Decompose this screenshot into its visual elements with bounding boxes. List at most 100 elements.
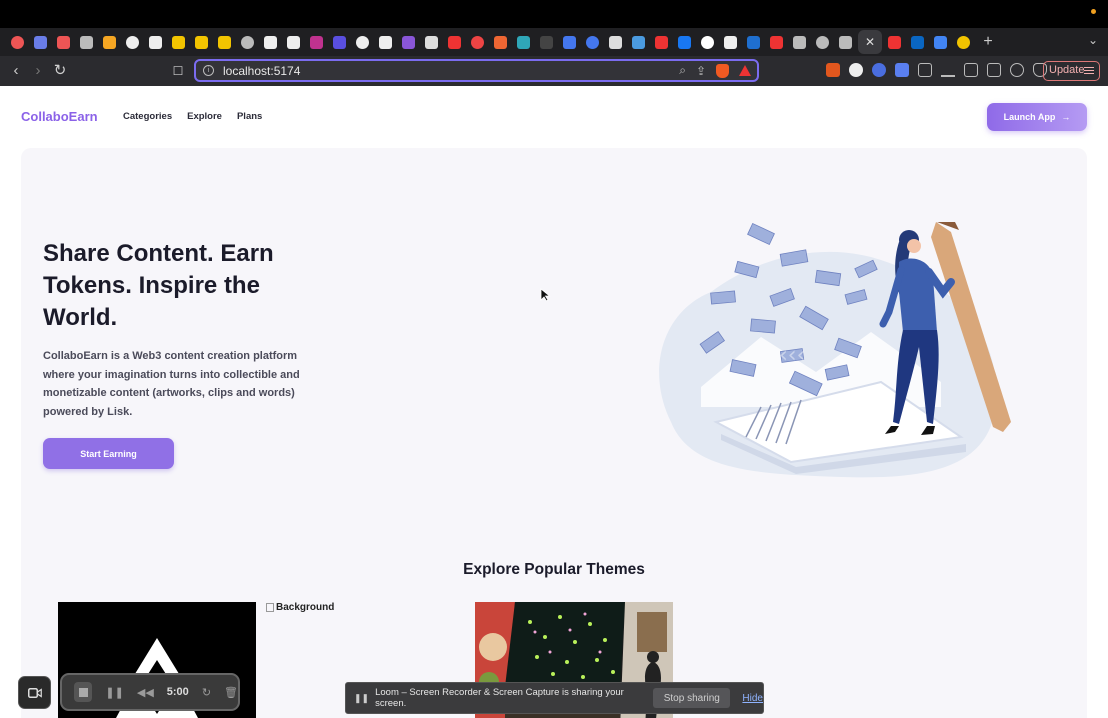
- forward-icon[interactable]: ›: [30, 62, 46, 80]
- camera-toggle-button[interactable]: [18, 676, 51, 709]
- system-top-bar: [0, 0, 1108, 28]
- browser-tab[interactable]: [305, 30, 328, 54]
- browser-tab[interactable]: [52, 30, 75, 54]
- tab-favicon-icon: [425, 35, 438, 49]
- downloads-icon[interactable]: [941, 63, 955, 77]
- browser-tab[interactable]: [397, 30, 420, 54]
- browser-tab[interactable]: [420, 30, 443, 54]
- extensions-puzzle-icon[interactable]: [918, 63, 932, 77]
- browser-tab[interactable]: [75, 30, 98, 54]
- browser-tab[interactable]: [834, 30, 857, 54]
- browser-tab[interactable]: [604, 30, 627, 54]
- browser-tab[interactable]: [236, 30, 259, 54]
- browser-tab[interactable]: [443, 30, 466, 54]
- browser-tab[interactable]: [121, 30, 144, 54]
- zoom-icon[interactable]: ⌕: [679, 63, 686, 78]
- browser-tab[interactable]: [213, 30, 236, 54]
- drag-handle-icon[interactable]: ❚❚: [354, 693, 369, 704]
- trash-icon[interactable]: 🗑: [224, 686, 238, 699]
- browser-tab[interactable]: [535, 30, 558, 54]
- browser-tab[interactable]: [673, 30, 696, 54]
- brave-shields-icon[interactable]: [716, 63, 729, 78]
- new-tab-button[interactable]: +: [975, 33, 1001, 51]
- browser-tab[interactable]: [788, 30, 811, 54]
- browser-tab[interactable]: [98, 30, 121, 54]
- bookmark-icon[interactable]: ☐: [170, 62, 186, 80]
- browser-tab[interactable]: [512, 30, 535, 54]
- restart-icon[interactable]: ↻: [202, 686, 211, 699]
- launch-app-label: Launch App: [1003, 112, 1056, 122]
- stop-sharing-button[interactable]: Stop sharing: [653, 688, 731, 708]
- browser-tab[interactable]: [29, 30, 52, 54]
- browser-tab[interactable]: [351, 30, 374, 54]
- site-logo[interactable]: CollaboEarn: [21, 109, 98, 124]
- web-page: CollaboEarn Categories Explore Plans Lau…: [0, 86, 1108, 718]
- tab-favicon-icon: [586, 35, 599, 49]
- browser-tab[interactable]: [466, 30, 489, 54]
- browser-tab[interactable]: [883, 30, 906, 54]
- leo-ai-icon[interactable]: [1010, 63, 1024, 77]
- tab-favicon-icon: [80, 35, 93, 49]
- camera-icon: [27, 687, 42, 698]
- wallet-icon[interactable]: [987, 63, 1001, 77]
- active-tab-close-icon[interactable]: ✕: [858, 30, 882, 54]
- address-bar[interactable]: i localhost:5174 ⌕ ⇪: [194, 59, 759, 82]
- browser-tab[interactable]: [696, 30, 719, 54]
- extension-badge-icon[interactable]: [895, 63, 909, 77]
- browser-tab[interactable]: [167, 30, 190, 54]
- back-icon[interactable]: ‹: [8, 62, 24, 80]
- metamask-extension-icon[interactable]: [826, 63, 840, 77]
- brave-rewards-icon[interactable]: [739, 65, 751, 76]
- stop-recording-button[interactable]: [74, 682, 93, 702]
- reload-icon[interactable]: ↻: [52, 62, 68, 80]
- start-earning-button[interactable]: Start Earning: [43, 438, 174, 469]
- site-info-icon[interactable]: i: [203, 65, 214, 76]
- extension-icon[interactable]: [872, 63, 886, 77]
- site-navbar: CollaboEarn Categories Explore Plans Lau…: [0, 86, 1108, 148]
- tab-favicon-icon: [11, 35, 24, 49]
- tab-favicon-icon: [264, 35, 277, 49]
- browser-tab[interactable]: [719, 30, 742, 54]
- tab-favicon-icon: [494, 35, 507, 49]
- sidebar-icon[interactable]: [964, 63, 978, 77]
- launch-app-button[interactable]: Launch App →: [987, 103, 1087, 131]
- browser-tab[interactable]: [811, 30, 834, 54]
- browser-tab[interactable]: [742, 30, 765, 54]
- browser-tab[interactable]: [581, 30, 604, 54]
- tab-favicon-icon: [57, 35, 70, 49]
- tab-overflow-chevron-icon[interactable]: ⌄: [1088, 33, 1098, 47]
- tab-favicon-icon: [770, 35, 783, 49]
- update-button[interactable]: Update: [1043, 61, 1100, 81]
- nav-link-plans[interactable]: Plans: [237, 111, 262, 122]
- tab-favicon-icon: [609, 35, 622, 49]
- browser-tab[interactable]: [627, 30, 650, 54]
- tab-favicon-icon: [149, 35, 162, 49]
- tab-favicon-icon: [448, 35, 461, 49]
- hide-link[interactable]: Hide: [742, 693, 763, 704]
- browser-tab[interactable]: [190, 30, 213, 54]
- share-icon[interactable]: ⇪: [696, 64, 706, 78]
- browser-tab[interactable]: [328, 30, 351, 54]
- browser-tab[interactable]: [144, 30, 167, 54]
- browser-tab[interactable]: [650, 30, 673, 54]
- browser-tab[interactable]: [952, 30, 975, 54]
- rewind-icon[interactable]: ◀◀: [137, 686, 154, 699]
- browser-tab[interactable]: [765, 30, 788, 54]
- nav-link-explore[interactable]: Explore: [187, 111, 222, 122]
- browser-tab[interactable]: [6, 30, 29, 54]
- url-text[interactable]: localhost:5174: [223, 64, 300, 78]
- tab-favicon-icon: [632, 35, 645, 49]
- nav-link-categories[interactable]: Categories: [123, 111, 172, 122]
- tab-favicon-icon: [747, 35, 760, 49]
- browser-tab[interactable]: [906, 30, 929, 54]
- pause-icon[interactable]: ❚❚: [105, 686, 123, 699]
- tab-favicon-icon: [402, 35, 415, 49]
- browser-tab[interactable]: [929, 30, 952, 54]
- browser-tab[interactable]: [282, 30, 305, 54]
- extension-icon[interactable]: [849, 63, 863, 77]
- browser-tab[interactable]: [558, 30, 581, 54]
- browser-tab[interactable]: [489, 30, 512, 54]
- share-message: Loom – Screen Recorder & Screen Capture …: [375, 687, 624, 709]
- browser-tab[interactable]: [374, 30, 397, 54]
- browser-tab[interactable]: [259, 30, 282, 54]
